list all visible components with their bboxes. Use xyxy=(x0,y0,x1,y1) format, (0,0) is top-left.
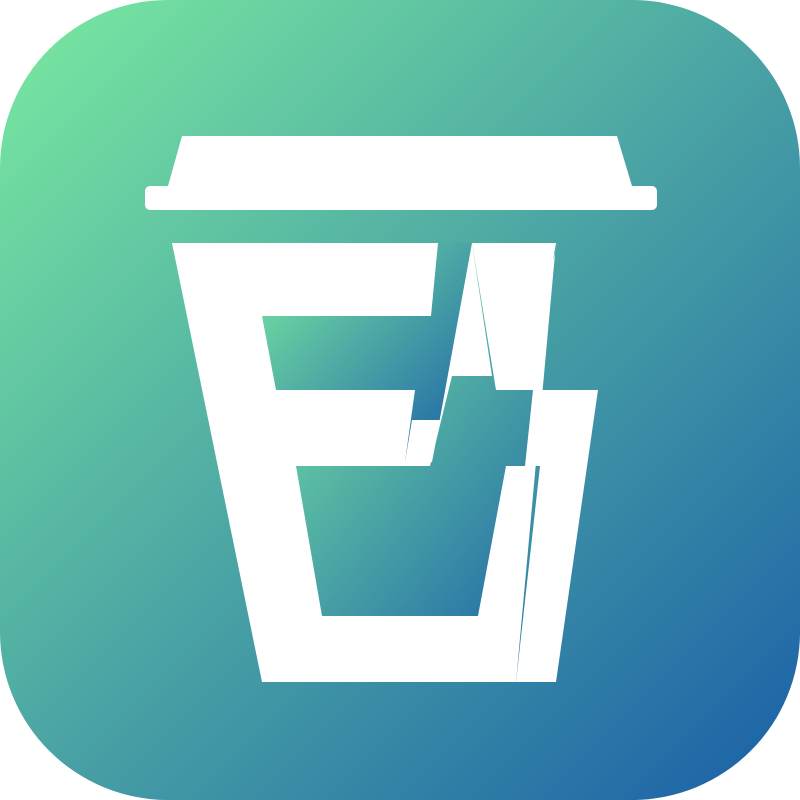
app-icon xyxy=(0,0,800,800)
cup-lid-icon xyxy=(145,136,657,210)
app-icon-graphic xyxy=(0,0,800,800)
